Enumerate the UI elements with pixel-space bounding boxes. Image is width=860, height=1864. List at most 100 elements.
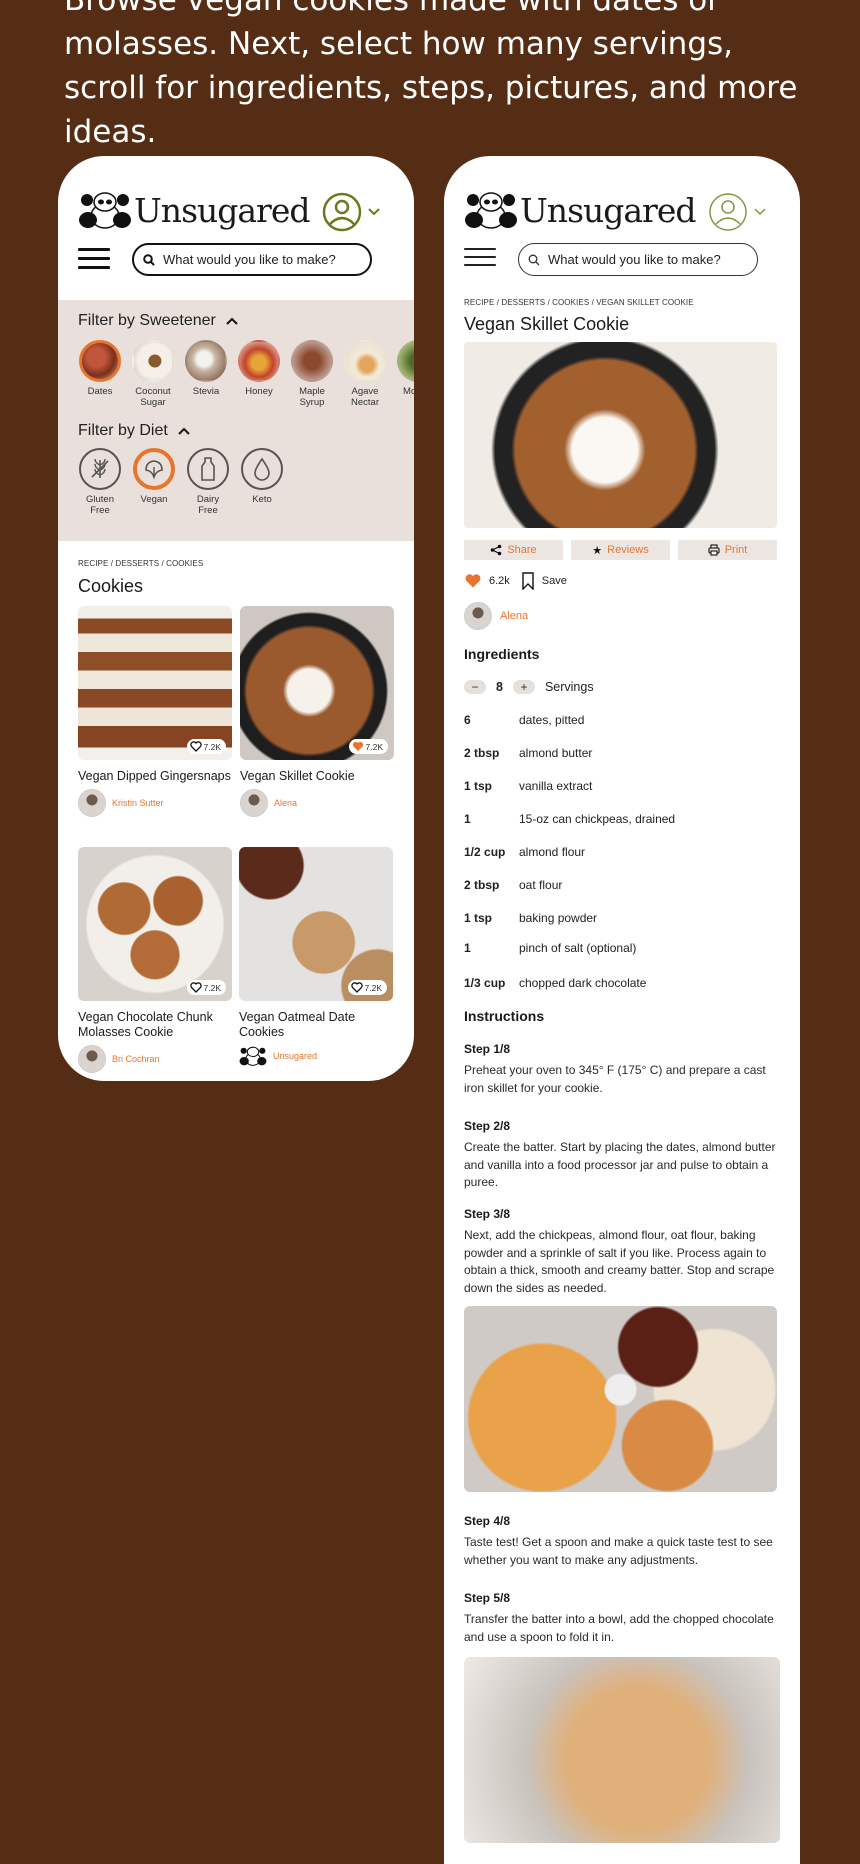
print-button[interactable]: Print [678,540,777,560]
diet-label: Keto [252,494,272,505]
photo-fill [464,1306,777,1492]
recipe-card[interactable]: 7.2K Vegan Chocolate Chunk Molasses Cook… [78,847,232,1073]
sweetener-filter-toggle[interactable]: Filter by Sweetener [78,312,238,330]
recipe-card[interactable]: 7.2K Vegan Skillet Cookie Alena [240,606,394,817]
decrease-servings-button[interactable]: − [464,680,486,694]
likes-count: 7.2K [203,741,222,752]
ingredient-item: almond butter [519,746,593,760]
recipe-author[interactable]: Unsugared [239,1045,393,1067]
recipe-card[interactable]: 7.2K Vegan Oatmeal Date Cookies Unsugare… [239,847,393,1067]
ingredient-item: baking powder [519,911,598,925]
hamburger-menu-icon[interactable] [464,248,496,270]
step-text: Taste test! Get a spoon and make a quick… [464,1535,773,1567]
likes-count: 6.2k [489,575,510,587]
page-title: Cookies [78,576,144,596]
ingredient-qty: 1 [464,941,471,955]
recipe-title[interactable]: Vegan Dipped Gingersnaps [78,769,232,784]
recipe-title[interactable]: Vegan Oatmeal Date Cookies [239,1010,393,1040]
filter-panel: Filter by Sweetener Dates Coconut Sugar … [58,300,414,541]
step-label: Step 4/8 [464,1514,511,1528]
share-button[interactable]: Share [464,540,563,560]
diet-filter-title: Filter by Diet [78,422,168,439]
gingersnaps-photo: 7.2K [78,606,232,760]
diet-keto[interactable]: Keto [240,448,284,516]
milk-bottle-icon [187,448,229,490]
step-label: Step 3/8 [464,1207,511,1221]
reviews-label: Reviews [607,544,649,556]
likes-count: 7.2K [365,741,384,752]
browse-screen: Unsugared What would you like to make? F… [58,156,414,1081]
sweetener-dates[interactable]: Dates [78,340,122,408]
likes-count: 7.2K [203,982,222,993]
recipe-author[interactable]: Alena [240,789,394,817]
sweetener-stevia[interactable]: Stevia [184,340,228,408]
sweetener-label: Stevia [192,386,220,397]
avatar [78,1045,106,1073]
chevron-up-icon [226,317,238,325]
logo[interactable]: Unsugared [464,190,696,230]
avatar [78,789,106,817]
chevron-down-icon [754,208,766,216]
sweetener-label: Honey [245,386,273,397]
ingredient-qty: 2 tbsp [464,878,500,892]
likes-badge[interactable]: 7.2K [186,739,226,754]
search-input[interactable]: What would you like to make? [518,243,758,276]
panda-logo-icon [465,192,517,229]
ingredient-row: 2 tbsp almond butter [464,746,774,760]
sweetener-honey[interactable]: Honey [237,340,281,408]
step-label: Step 5/8 [464,1591,511,1605]
recipe-author[interactable]: Alena [464,602,528,630]
diet-filter-toggle[interactable]: Filter by Diet [78,422,190,440]
reviews-button[interactable]: ★ Reviews [571,540,670,560]
ingredient-row: 1 tsp vanilla extract [464,779,774,793]
ingredient-row: 1 tsp baking powder [464,911,774,925]
recipe-author[interactable]: Kristin Sutter [78,789,232,817]
account-menu[interactable] [708,192,766,232]
step-text: Transfer the batter into a bowl, add the… [464,1612,774,1644]
honey-photo [238,340,280,382]
skillet-cookie-photo [464,342,777,528]
recipe-title[interactable]: Vegan Skillet Cookie [240,769,394,784]
bookmark-icon[interactable] [521,572,535,590]
sweetener-agave-nectar[interactable]: Agave Nectar [343,340,387,408]
step-text: Preheat your oven to 345° F (175° C) and… [464,1063,766,1095]
recipe-author[interactable]: Bri Cochran [78,1045,232,1073]
diet-gluten-free[interactable]: Gluten Free [78,448,122,516]
author-name: Alena [500,610,529,622]
recipe-card[interactable]: 7.2K Vegan Dipped Gingersnaps Kristin Su… [78,606,232,817]
ingredient-row: 2 tbsp oat flour [464,878,774,892]
diet-dairy-free[interactable]: Dairy Free [186,448,230,516]
account-menu[interactable] [322,192,380,232]
recipe-title[interactable]: Vegan Chocolate Chunk Molasses Cookie [78,1010,232,1040]
diet-vegan[interactable]: Vegan [132,448,176,516]
panda-logo-icon [239,1046,267,1066]
sweetener-maple-syrup[interactable]: Maple Syrup [290,340,334,408]
likes-badge[interactable]: 7.2K [348,739,388,754]
likes-badge[interactable]: 7.2K [347,980,387,995]
skillet-cookie-photo: 7.2K [240,606,394,760]
star-icon: ★ [592,544,603,557]
ingredient-qty: 6 [464,713,471,727]
search-placeholder: What would you like to make? [548,252,721,267]
sweetener-label: Maple Syrup [299,386,325,408]
increase-servings-button[interactable]: + [512,680,535,694]
ingredient-item: almond flour [519,845,586,859]
logo[interactable]: Unsugared [78,190,310,230]
hamburger-menu-icon[interactable] [78,248,110,270]
sweetener-more[interactable]: Mo Fre [396,340,414,408]
breadcrumb[interactable]: RECIPE / DESSERTS / COOKIES [78,559,203,568]
heart-filled-icon[interactable] [464,573,482,589]
sweetener-coconut-sugar[interactable]: Coconut Sugar [131,340,175,408]
avatar [240,789,268,817]
logo-text: Unsugared [134,190,310,230]
ingredient-item: vanilla extract [519,779,593,793]
author-name: Unsugared [273,1051,318,1061]
search-icon [528,254,540,265]
likes-badge[interactable]: 7.2K [186,980,226,995]
batter-bowl-photo [464,1657,780,1843]
search-input[interactable]: What would you like to make? [132,243,372,276]
save-label[interactable]: Save [542,575,567,587]
app-header: Unsugared [464,190,780,234]
ingredient-row: 1/2 cup almond flour [464,845,774,859]
breadcrumb[interactable]: RECIPE / DESSERTS / COOKIES / VEGAN SKIL… [464,298,694,307]
